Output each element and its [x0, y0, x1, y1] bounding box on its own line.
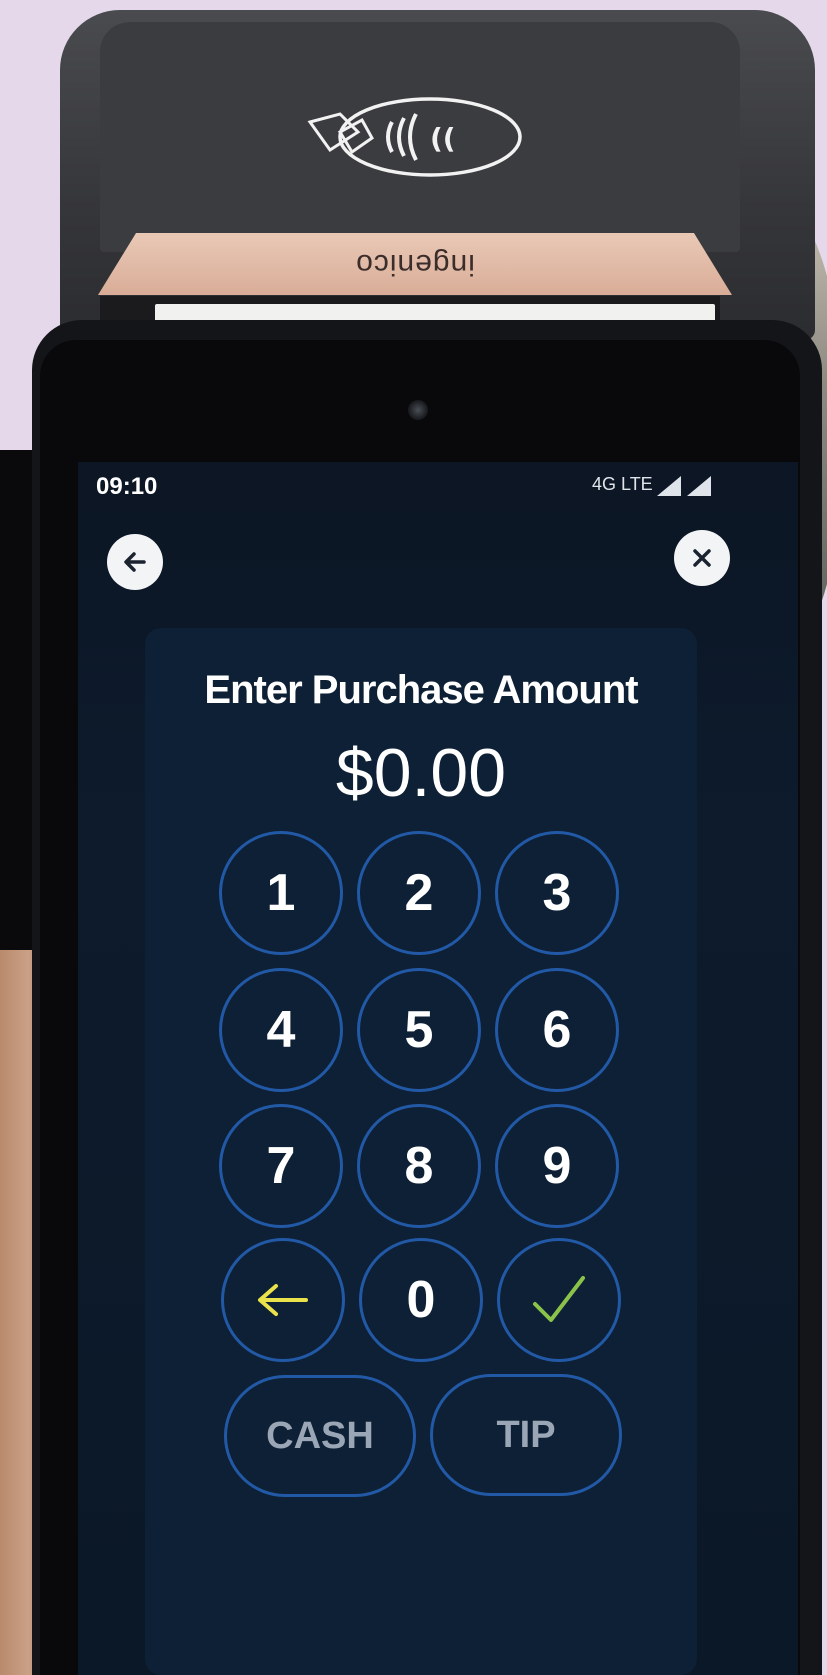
brand-logo: ingenico — [355, 248, 475, 281]
key-3[interactable]: 3 — [495, 831, 619, 955]
contactless-payment-icon: (( — [307, 97, 522, 177]
close-button[interactable] — [674, 530, 730, 586]
checkmark-icon — [533, 1276, 585, 1322]
svg-text:R: R — [693, 477, 699, 487]
cash-button[interactable]: CASH — [224, 1375, 416, 1497]
key-6[interactable]: 6 — [495, 968, 619, 1092]
key-8[interactable]: 8 — [357, 1104, 481, 1228]
close-icon — [693, 549, 711, 567]
key-0[interactable]: 0 — [359, 1238, 483, 1362]
key-1[interactable]: 1 — [219, 831, 343, 955]
signal-icon: R — [657, 476, 711, 496]
key-5[interactable]: 5 — [357, 968, 481, 1092]
amount-display: $0.00 — [335, 735, 507, 811]
front-camera — [408, 400, 428, 420]
key-7[interactable]: 7 — [219, 1104, 343, 1228]
confirm-key[interactable] — [497, 1238, 621, 1362]
key-9[interactable]: 9 — [495, 1104, 619, 1228]
back-button[interactable] — [107, 534, 163, 590]
arrow-left-icon — [258, 1284, 308, 1316]
page-title: Enter Purchase Amount — [204, 668, 638, 712]
backspace-key[interactable] — [221, 1238, 345, 1362]
svg-text:((: (( — [430, 122, 456, 155]
key-4[interactable]: 4 — [219, 968, 343, 1092]
arrow-left-icon — [124, 552, 146, 572]
key-2[interactable]: 2 — [357, 831, 481, 955]
network-indicator: 4G LTE — [592, 474, 653, 494]
status-time: 09:10 — [96, 473, 158, 500]
tip-button[interactable]: TIP — [430, 1374, 622, 1496]
